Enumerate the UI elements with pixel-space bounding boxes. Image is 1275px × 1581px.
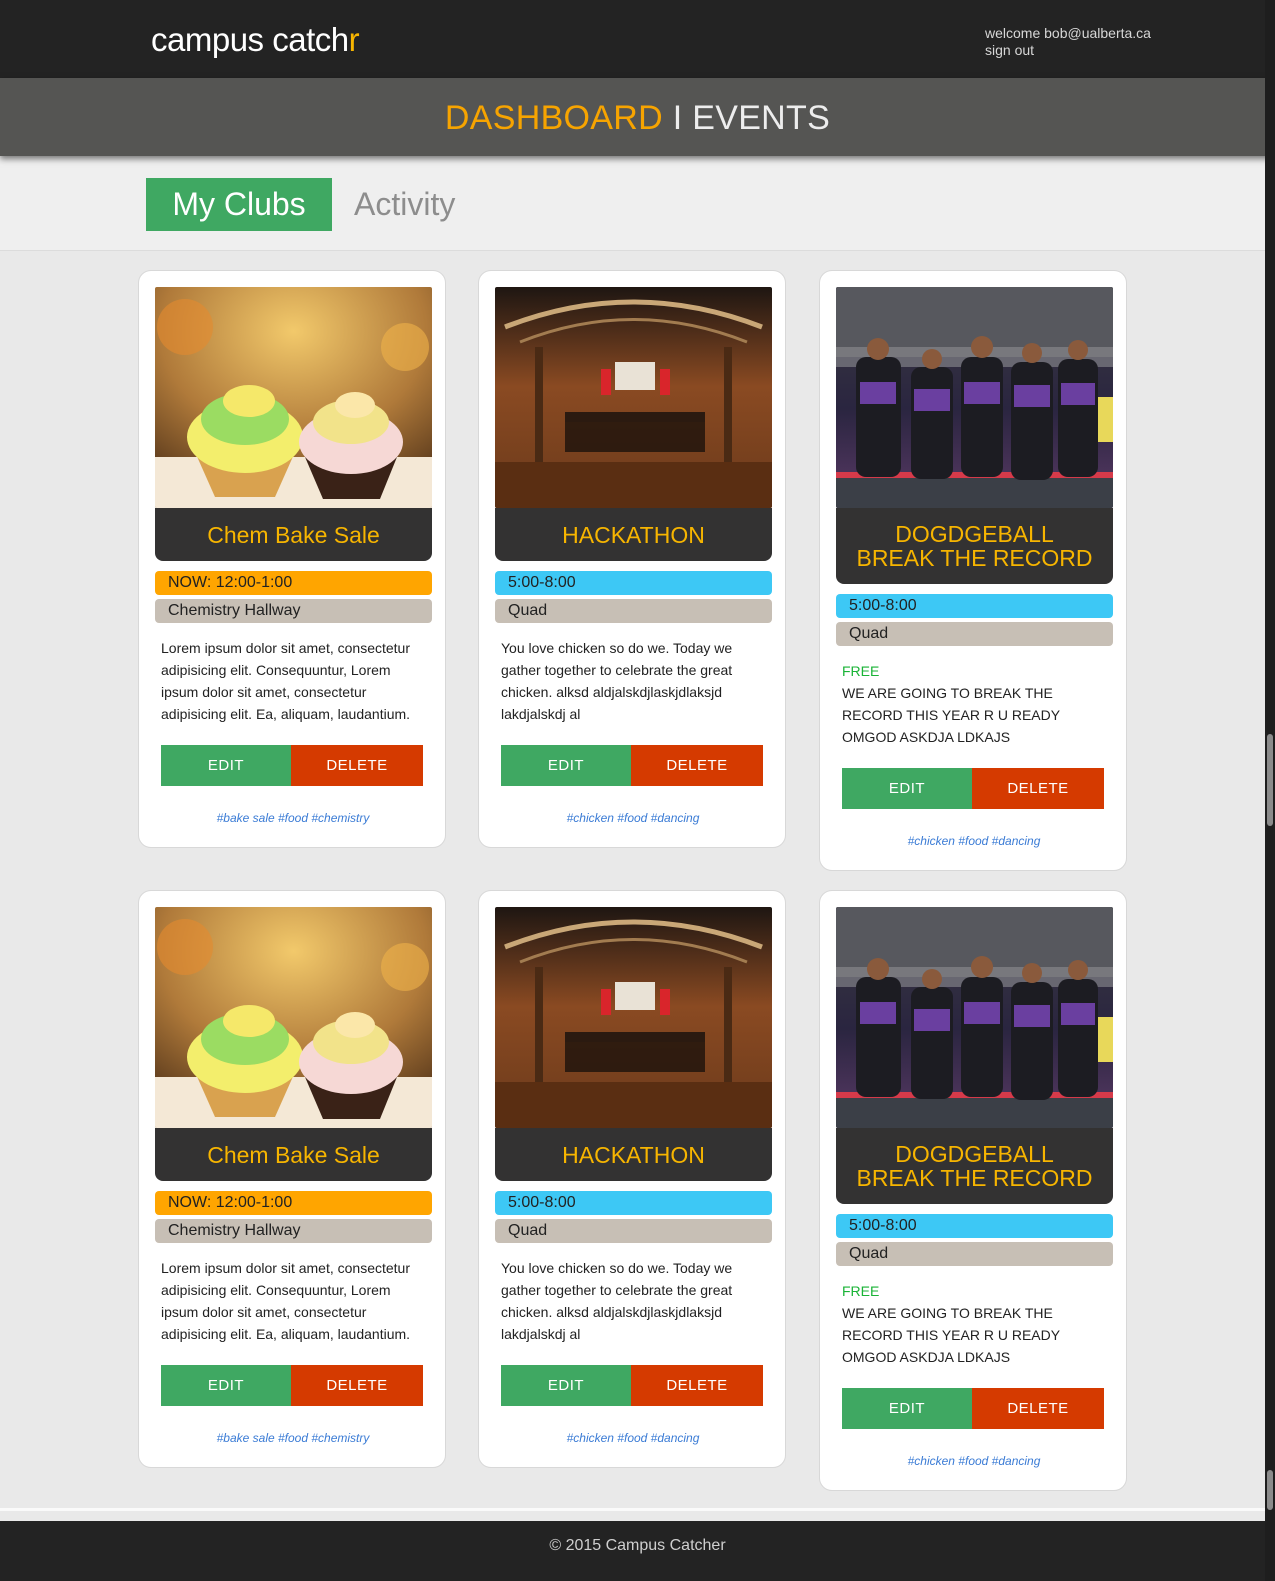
logo-text: campus catch (151, 21, 349, 58)
event-location: Chemistry Hallway (155, 599, 432, 623)
cupcakes-photo (155, 287, 432, 508)
event-description: Lorem ipsum dolor sit amet, consectetur … (161, 640, 411, 722)
edit-button[interactable]: EDIT (501, 1365, 631, 1406)
delete-button[interactable]: DELETE (972, 768, 1104, 809)
event-location: Quad (495, 1219, 772, 1243)
events-link[interactable]: EVENTS (692, 99, 830, 137)
event-location: Quad (836, 1242, 1113, 1266)
event-tags[interactable]: #chicken #food #dancing (479, 811, 787, 825)
event-time-badge: 5:00-8:00 (836, 594, 1113, 618)
event-tags[interactable]: #chicken #food #dancing (820, 1454, 1128, 1468)
footer-divider (0, 1508, 1265, 1511)
event-description: WE ARE GOING TO BREAK THE RECORD THIS YE… (842, 1305, 1060, 1365)
event-description-block: FREE WE ARE GOING TO BREAK THE RECORD THI… (842, 1280, 1102, 1368)
event-time-badge: 5:00-8:00 (495, 571, 772, 595)
event-title: HACKATHON (495, 508, 772, 561)
edit-button[interactable]: EDIT (842, 1388, 972, 1429)
event-description-block: Lorem ipsum dolor sit amet, consectetur … (161, 1257, 421, 1345)
sign-out-link[interactable]: sign out (985, 42, 1151, 59)
event-title: DOGDGEBALL BREAK THE RECORD (836, 508, 1113, 584)
scrollbar-thumb-lower[interactable] (1267, 1470, 1273, 1510)
delete-button[interactable]: DELETE (291, 745, 423, 786)
footer: © 2015 Campus Catcher (0, 1521, 1275, 1581)
event-tags[interactable]: #bake sale #food #chemistry (139, 811, 447, 825)
dodgeball-team-photo (836, 287, 1113, 508)
copyright-text: © 2015 Campus Catcher (549, 1537, 726, 1554)
free-label: FREE (842, 663, 880, 679)
event-location: Quad (836, 622, 1113, 646)
event-time-badge: NOW: 12:00-1:00 (155, 1191, 432, 1215)
tabs-bar: My Clubs Activity (0, 156, 1275, 251)
event-time-badge: NOW: 12:00-1:00 (155, 571, 432, 595)
scrollbar[interactable] (1265, 0, 1275, 1581)
event-description: You love chicken so do we. Today we gath… (501, 1260, 733, 1342)
event-card[interactable]: DOGDGEBALL BREAK THE RECORD 5:00-8:00 Quad… (819, 890, 1127, 1491)
title-separator: I (672, 99, 683, 137)
site-logo[interactable]: campus catchr (151, 21, 360, 59)
event-description-block: Lorem ipsum dolor sit amet, consectetur … (161, 637, 421, 725)
event-title: Chem Bake Sale (155, 1128, 432, 1181)
event-description-block: You love chicken so do we. Today we gath… (501, 637, 761, 725)
delete-button[interactable]: DELETE (291, 1365, 423, 1406)
event-description: WE ARE GOING TO BREAK THE RECORD THIS YE… (842, 685, 1060, 745)
delete-button[interactable]: DELETE (972, 1388, 1104, 1429)
edit-button[interactable]: EDIT (161, 745, 291, 786)
scrollbar-thumb[interactable] (1267, 734, 1273, 826)
event-title: Chem Bake Sale (155, 508, 432, 561)
event-tags[interactable]: #bake sale #food #chemistry (139, 1431, 447, 1445)
event-card[interactable]: HACKATHON 5:00-8:00 Quad You love chicken s… (478, 890, 786, 1468)
cupcakes-photo (155, 907, 432, 1128)
tab-my-clubs[interactable]: My Clubs (146, 178, 332, 231)
event-tags[interactable]: #chicken #food #dancing (820, 834, 1128, 848)
event-time-badge: 5:00-8:00 (836, 1214, 1113, 1238)
event-description: Lorem ipsum dolor sit amet, consectetur … (161, 1260, 411, 1342)
event-description-block: You love chicken so do we. Today we gath… (501, 1257, 761, 1345)
logo-accent-letter: r (348, 21, 360, 58)
delete-button[interactable]: DELETE (631, 745, 763, 786)
event-tags[interactable]: #chicken #food #dancing (479, 1431, 787, 1445)
free-label: FREE (842, 1283, 880, 1299)
section-header: DASHBOARD I EVENTS (0, 78, 1275, 156)
hackathon-venue-photo (495, 907, 772, 1128)
event-card[interactable]: Chem Bake Sale NOW: 12:00-1:00 Chemistry H… (138, 270, 446, 848)
dodgeball-team-photo (836, 907, 1113, 1128)
top-navbar: campus catchr welcome bob@ualberta.ca si… (0, 0, 1275, 78)
event-card[interactable]: DOGDGEBALL BREAK THE RECORD 5:00-8:00 Quad… (819, 270, 1127, 871)
event-location: Quad (495, 599, 772, 623)
tab-activity[interactable]: Activity (354, 178, 455, 231)
event-description-block: FREE WE ARE GOING TO BREAK THE RECORD THI… (842, 660, 1102, 748)
event-title: DOGDGEBALL BREAK THE RECORD (836, 1128, 1113, 1204)
edit-button[interactable]: EDIT (842, 768, 972, 809)
edit-button[interactable]: EDIT (161, 1365, 291, 1406)
event-title: HACKATHON (495, 1128, 772, 1181)
event-card[interactable]: Chem Bake Sale NOW: 12:00-1:00 Chemistry H… (138, 890, 446, 1468)
edit-button[interactable]: EDIT (501, 745, 631, 786)
hackathon-venue-photo (495, 287, 772, 508)
event-time-badge: 5:00-8:00 (495, 1191, 772, 1215)
event-description: You love chicken so do we. Today we gath… (501, 640, 733, 722)
event-card[interactable]: HACKATHON 5:00-8:00 Quad You love chicken s… (478, 270, 786, 848)
user-menu: welcome bob@ualberta.ca sign out (985, 25, 1151, 59)
event-location: Chemistry Hallway (155, 1219, 432, 1243)
section-title: DASHBOARD I EVENTS (0, 78, 1275, 158)
delete-button[interactable]: DELETE (631, 1365, 763, 1406)
welcome-user-link[interactable]: welcome bob@ualberta.ca (985, 25, 1151, 42)
dashboard-link[interactable]: DASHBOARD (445, 99, 663, 137)
